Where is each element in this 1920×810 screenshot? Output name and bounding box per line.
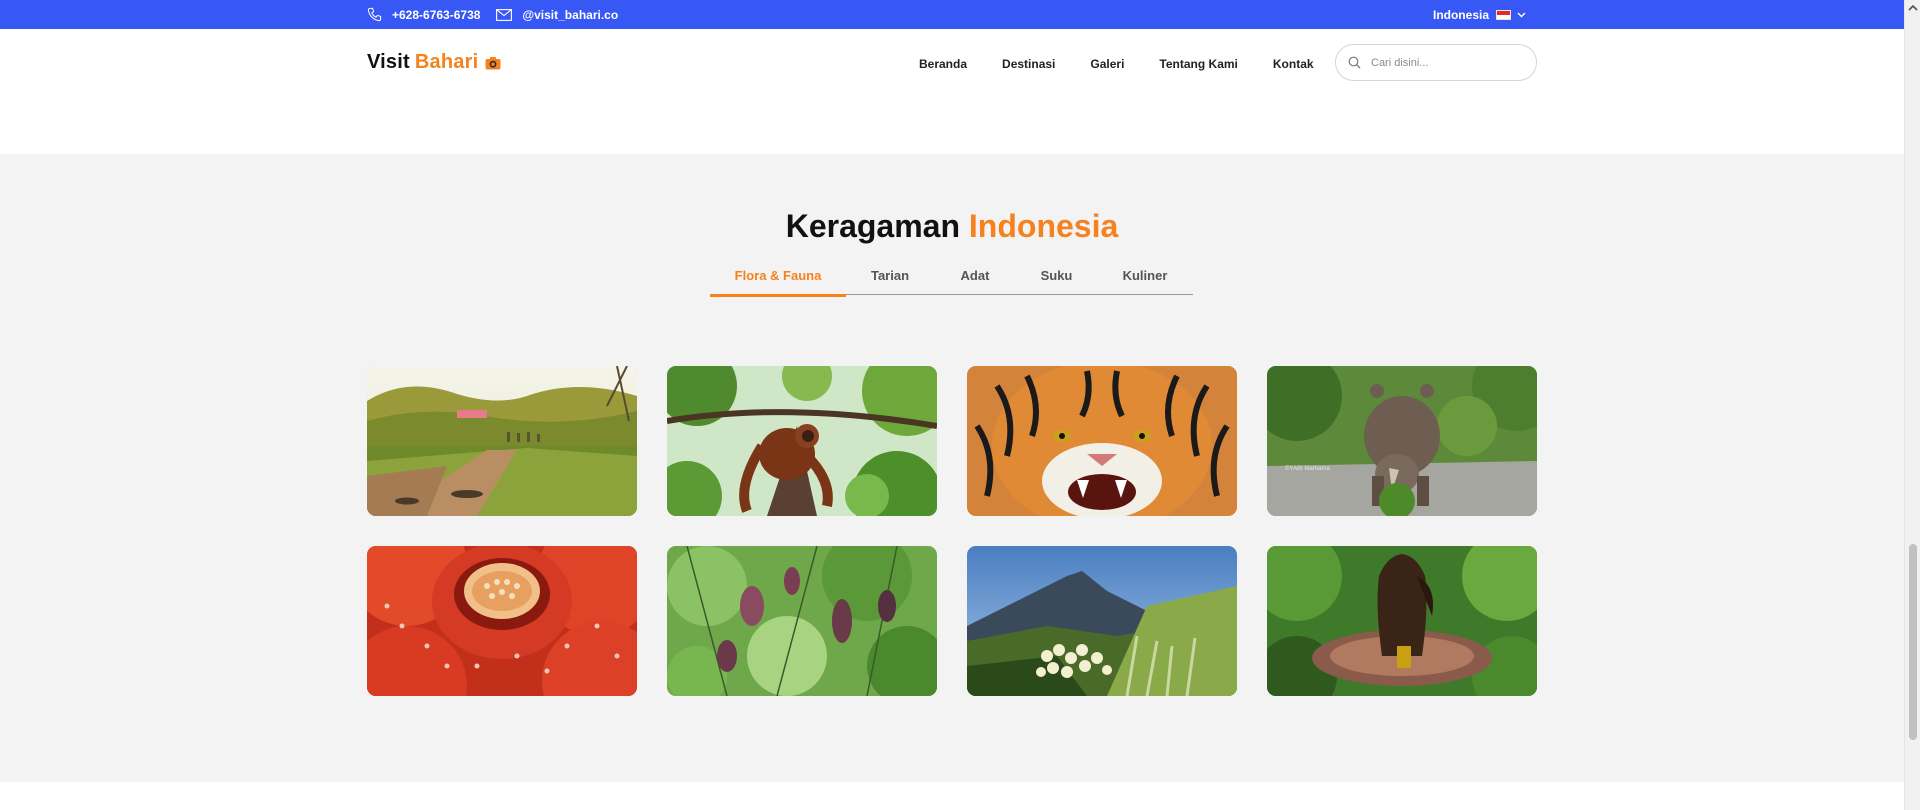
gallery-item-edelweiss[interactable] [967,546,1237,696]
tab-kuliner[interactable]: Kuliner [1097,258,1193,295]
category-tabs: Flora & Fauna Tarian Adat Suku Kuliner [710,258,1193,297]
search-input[interactable] [1371,56,1521,69]
tab-suku[interactable]: Suku [1016,258,1097,295]
nav-destinasi[interactable]: Destinasi [1002,57,1055,71]
email-link[interactable]: @visit_bahari.co [496,8,618,22]
tiger-image [967,366,1237,516]
nav-galeri[interactable]: Galeri [1090,57,1124,71]
nav-beranda[interactable]: Beranda [919,57,967,71]
search-box[interactable] [1335,44,1537,81]
logo-accent: Bahari [414,51,479,73]
gallery-item-tiger[interactable] [967,366,1237,516]
rhino-image: ©YABI Marhama [1267,366,1537,516]
tab-flora-fauna[interactable]: Flora & Fauna [710,258,846,297]
page-scrollbar[interactable] [1904,0,1920,810]
pitcher-plant-image [667,546,937,696]
topbar-contact: +628-6763-6738 @visit_bahari.co [367,0,634,29]
scrollbar-thumb[interactable] [1909,544,1917,740]
language-label: Indonesia [1432,7,1489,22]
search-icon [1348,56,1361,69]
komodo-image [367,366,637,516]
site-logo[interactable]: Visit Bahari [367,51,501,74]
orangutan-image [667,366,937,516]
gallery-item-rafflesia[interactable] [367,546,637,696]
nav-kontak[interactable]: Kontak [1273,57,1314,71]
email-address: @visit_bahari.co [522,7,619,22]
diversity-section: Keragaman Indonesia Flora & Fauna Tarian… [0,154,1904,782]
language-selector[interactable]: Indonesia [1433,0,1526,29]
section-title-accent: Indonesia [968,208,1119,244]
site-header: Visit Bahari Beranda Destinasi Galeri Te… [0,29,1904,154]
section-title: Keragaman Indonesia [0,208,1904,245]
camera-icon [485,56,501,69]
gallery-item-corpse-flower[interactable] [1267,546,1537,696]
scroll-up-arrow-icon[interactable] [1908,4,1918,11]
rhino-watermark: ©YABI Marhama [1285,465,1330,472]
tab-adat[interactable]: Adat [934,258,1016,295]
phone-link[interactable]: +628-6763-6738 [367,7,480,22]
corpse-flower-image [1267,546,1537,696]
footer-strip [0,782,1904,810]
edelweiss-image [967,546,1237,696]
gallery-grid: ©YABI Marhama [367,366,1539,696]
phone-icon [367,7,382,22]
gallery-item-pitcher-plant[interactable] [667,546,937,696]
topbar: +628-6763-6738 @visit_bahari.co Indonesi… [0,0,1904,29]
gallery-item-rhino[interactable]: ©YABI Marhama [1267,366,1537,516]
logo-prefix: Visit [367,51,410,73]
mail-icon [496,8,513,21]
gallery-item-komodo[interactable] [367,366,637,516]
tab-tarian[interactable]: Tarian [846,258,934,295]
phone-number: +628-6763-6738 [392,7,481,22]
main-nav: Beranda Destinasi Galeri Tentang Kami Ko… [919,57,1349,71]
rafflesia-image [367,546,637,696]
nav-tentang-kami[interactable]: Tentang Kami [1159,57,1237,71]
indonesia-flag-icon [1496,9,1511,20]
gallery-item-orangutan[interactable] [667,366,937,516]
section-title-prefix: Keragaman [785,208,961,244]
chevron-down-icon [1517,12,1526,17]
